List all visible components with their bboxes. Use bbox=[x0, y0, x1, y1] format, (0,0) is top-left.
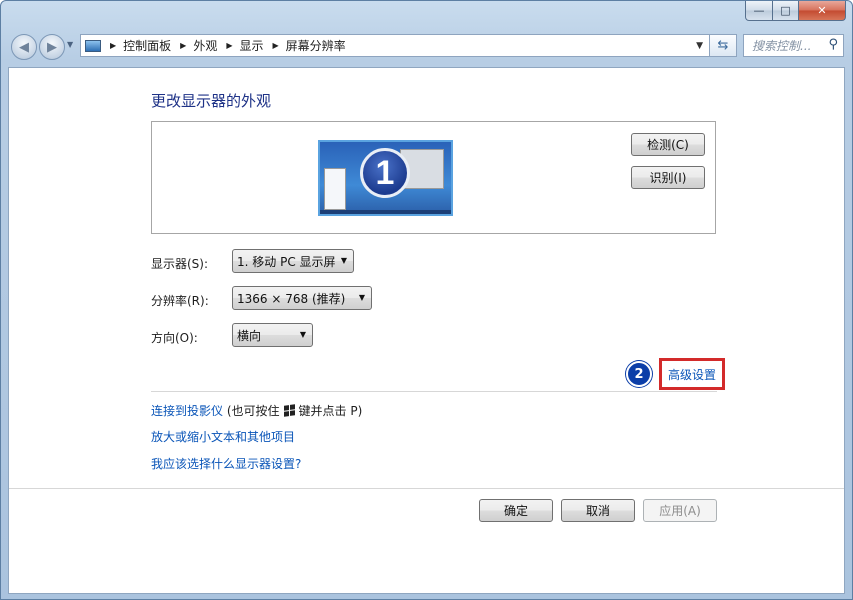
display-select[interactable]: 1. 移动 PC 显示屏 ▼ bbox=[232, 249, 354, 273]
detect-button[interactable]: 检测(C) bbox=[631, 133, 705, 156]
back-button[interactable]: ◀ bbox=[11, 34, 37, 60]
resolution-select[interactable]: 1366 × 768 (推荐) ▼ bbox=[232, 286, 372, 310]
breadcrumb-item-appearance[interactable]: 外观 bbox=[193, 37, 217, 54]
projector-hint-suffix: 键并点击 P) bbox=[298, 404, 363, 418]
ok-button[interactable]: 确定 bbox=[479, 499, 553, 522]
apply-button[interactable]: 应用(A) bbox=[643, 499, 717, 522]
taskbar-thumbnail bbox=[320, 210, 451, 214]
content-area: 更改显示器的外观 1 检测(C) 识别(I) 显示器(S): 1. 移动 PC … bbox=[8, 67, 845, 594]
refresh-button[interactable]: ⇆ bbox=[710, 34, 737, 57]
connect-projector-link[interactable]: 连接到投影仪 bbox=[151, 404, 223, 418]
chevron-right-icon[interactable]: ▶ bbox=[273, 41, 279, 50]
search-input[interactable]: 搜索控制... ⚲ bbox=[743, 34, 844, 57]
address-dropdown-icon[interactable]: ▼ bbox=[696, 41, 703, 51]
page-title: 更改显示器的外观 bbox=[151, 92, 272, 110]
orientation-label: 方向(O): bbox=[151, 331, 198, 345]
monitor-1-thumbnail[interactable]: 1 bbox=[318, 140, 453, 216]
display-label: 显示器(S): bbox=[151, 257, 209, 271]
breadcrumb-item-display[interactable]: 显示 bbox=[240, 37, 264, 54]
address-bar[interactable]: ▶ 控制面板 ▶ 外观 ▶ 显示 ▶ 屏幕分辨率 ▼ bbox=[80, 34, 710, 57]
step-2-marker: 2 bbox=[626, 361, 652, 387]
maximize-button[interactable]: □ bbox=[773, 1, 799, 21]
monitor-number-badge: 1 bbox=[360, 148, 410, 198]
divider bbox=[151, 391, 717, 392]
display-settings-help-link[interactable]: 我应该选择什么显示器设置? bbox=[151, 455, 301, 472]
forward-button[interactable]: ▶ bbox=[39, 34, 65, 60]
footer-divider bbox=[9, 488, 844, 489]
chevron-right-icon[interactable]: ▶ bbox=[226, 41, 232, 50]
chevron-down-icon: ▼ bbox=[299, 330, 306, 339]
control-panel-window: — □ ✕ ◀ ▶ ▼ ▶ 控制面板 ▶ 外观 ▶ 显示 ▶ 屏幕分辨率 ▼ ⇆… bbox=[0, 0, 853, 600]
caption-buttons: — □ ✕ bbox=[745, 1, 846, 21]
refresh-icon: ⇆ bbox=[717, 38, 729, 53]
advanced-settings-link[interactable]: 高级设置 bbox=[659, 358, 725, 390]
identify-button[interactable]: 识别(I) bbox=[631, 166, 705, 189]
resolution-label: 分辨率(R): bbox=[151, 294, 209, 308]
search-placeholder: 搜索控制... bbox=[752, 39, 812, 53]
resolution-select-value: 1366 × 768 (推荐) bbox=[237, 291, 346, 306]
close-button[interactable]: ✕ bbox=[799, 1, 846, 21]
desktop-window-thumbnail bbox=[324, 168, 346, 210]
chevron-down-icon: ▼ bbox=[340, 256, 347, 265]
search-icon[interactable]: ⚲ bbox=[828, 37, 838, 52]
control-panel-icon bbox=[85, 39, 101, 52]
orientation-select-value: 横向 bbox=[237, 328, 262, 343]
breadcrumb-item-screen-resolution[interactable]: 屏幕分辨率 bbox=[286, 37, 346, 54]
chevron-down-icon: ▼ bbox=[358, 293, 365, 302]
breadcrumb-item-control-panel[interactable]: 控制面板 bbox=[123, 37, 171, 54]
navigation-bar: ◀ ▶ ▼ ▶ 控制面板 ▶ 外观 ▶ 显示 ▶ 屏幕分辨率 ▼ ⇆ 搜索控制.… bbox=[1, 31, 852, 63]
forward-arrow-icon: ▶ bbox=[47, 39, 57, 55]
windows-key-icon bbox=[283, 404, 295, 417]
monitor-arrangement-panel: 1 检测(C) 识别(I) bbox=[151, 121, 716, 234]
back-arrow-icon: ◀ bbox=[19, 39, 29, 55]
minimize-button[interactable]: — bbox=[745, 1, 773, 21]
breadcrumb: ▶ 控制面板 ▶ 外观 ▶ 显示 ▶ 屏幕分辨率 bbox=[101, 37, 346, 54]
cancel-button[interactable]: 取消 bbox=[561, 499, 635, 522]
projector-line: 连接到投影仪 (也可按住 键并点击 P) bbox=[151, 402, 362, 419]
chevron-right-icon[interactable]: ▶ bbox=[180, 41, 186, 50]
projector-hint-prefix: (也可按住 bbox=[226, 404, 280, 418]
orientation-select[interactable]: 横向 ▼ bbox=[232, 323, 313, 347]
text-size-link[interactable]: 放大或缩小文本和其他项目 bbox=[151, 428, 295, 445]
recent-pages-dropdown-icon[interactable]: ▼ bbox=[67, 40, 73, 49]
display-select-value: 1. 移动 PC 显示屏 bbox=[237, 254, 336, 269]
chevron-right-icon: ▶ bbox=[110, 41, 117, 50]
